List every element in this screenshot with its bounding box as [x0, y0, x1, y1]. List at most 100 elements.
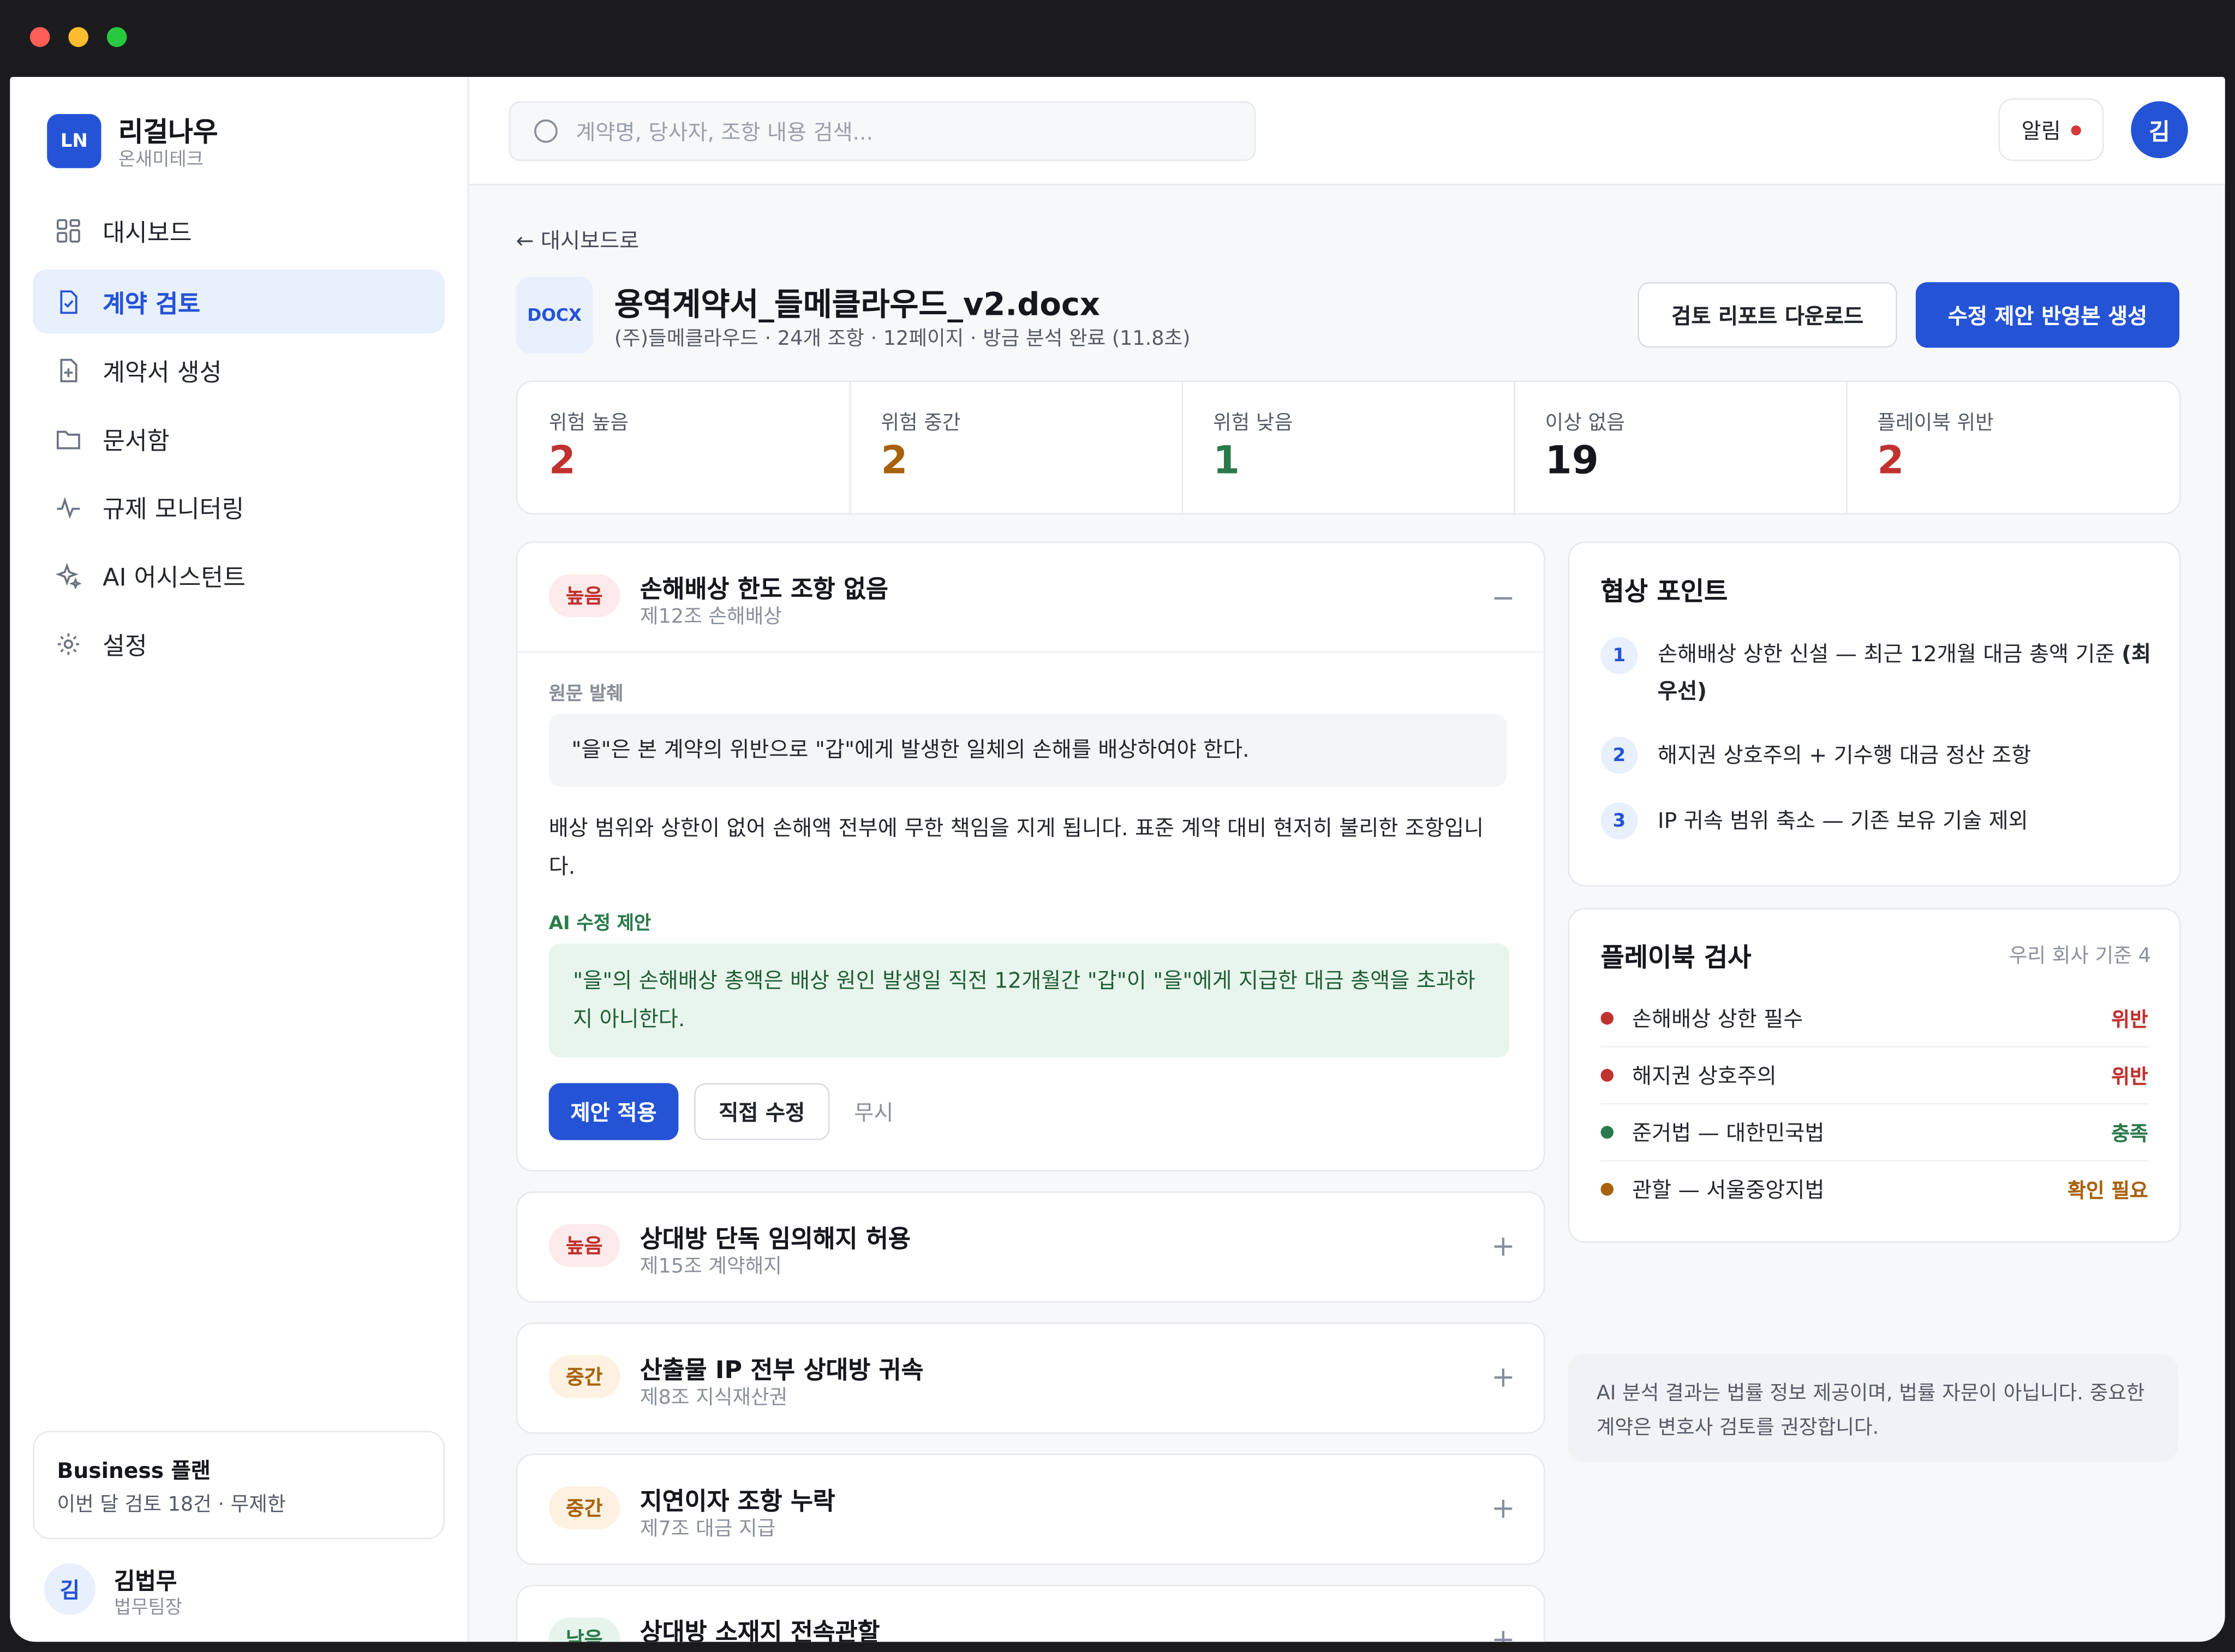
playbook-item[interactable]: 손해배상 상한 필수 위반 [1600, 989, 2148, 1048]
negotiation-point: IP 귀속 범위 축소 — 기존 보유 기술 제외 [1658, 808, 2028, 834]
disclaimer-box: AI 분석 결과는 법률 정보 제공이며, 법률 자문이 아닙니다. 중요한 계… [1568, 1354, 2178, 1463]
status-dot-icon [1600, 1183, 1614, 1196]
issue-title: 상대방 단독 임의해지 허용 [640, 1225, 911, 1254]
close-window-icon[interactable] [29, 27, 50, 47]
issue-card[interactable]: 중간 지연이자 조항 누락 제7조 대금 지급 + [516, 1453, 1545, 1565]
status-badge: 확인 필요 [2067, 1180, 2148, 1203]
playbook-subtitle: 우리 회사 기준 4 [2009, 944, 2151, 968]
risk-explanation: 배상 범위와 상한이 없어 손해액 전부에 무한 책임을 지게 됩니다. 표준 … [548, 815, 1484, 879]
search-input[interactable] [573, 113, 1235, 151]
grid-icon [56, 218, 80, 242]
playbook-panel: 플레이북 검사 우리 회사 기준 4 손해배상 상한 필수 위반 해지권 상호주… [1568, 908, 2181, 1243]
pulse-icon [57, 496, 80, 518]
issue-title: 상대방 소재지 전속관할 [640, 1619, 880, 1642]
sidebar-item-label: 설정 [103, 632, 147, 662]
point-number: 2 [1600, 737, 1638, 774]
sidebar: LN 리걸나우 온새미테크 대시보드 계약 검토 계약서 생성 문서함 규제 모… [10, 77, 469, 1642]
divider [517, 651, 1544, 653]
profile-avatar[interactable]: 김 [2131, 101, 2188, 158]
stat-no-issue[interactable]: 이상 없음 19 [1514, 382, 1848, 513]
topbar: 알림 김 [469, 77, 2225, 185]
sidebar-item-label: 계약 검토 [103, 290, 200, 320]
maximize-window-icon[interactable] [106, 27, 127, 47]
stat-mid-risk[interactable]: 위험 중간 2 [850, 382, 1184, 513]
playbook-item[interactable]: 준거법 — 대한민국법 충족 [1600, 1103, 2148, 1162]
negotiation-point: 손해배상 상한 신설 — 최근 12개월 대금 총액 기준 (최우선) [1658, 636, 2156, 710]
playbook-item[interactable]: 관할 — 서울중앙지법 확인 필요 [1600, 1160, 2148, 1217]
negotiation-point: 해지권 상호주의 + 기수행 대금 정산 조항 [1658, 742, 2031, 769]
issue-card[interactable]: 중간 산출물 IP 전부 상대방 귀속 제8조 지식재산권 + [516, 1322, 1545, 1434]
expand-icon[interactable]: + [1491, 1622, 1515, 1642]
issue-title: 지연이자 조항 누락 [640, 1488, 835, 1517]
search-icon [534, 119, 558, 143]
expand-icon[interactable]: + [1491, 1491, 1515, 1525]
expand-icon[interactable]: + [1491, 1229, 1515, 1263]
user-role: 법무팀장 [113, 1597, 182, 1619]
stat-label: 위험 낮음 [1213, 411, 1293, 435]
download-report-button[interactable]: 검토 리포트 다운로드 [1638, 282, 1897, 348]
issue-card-expanded: 높음 손해배상 한도 조항 없음 제12조 손해배상 − 원문 발췌 "을"은 … [516, 541, 1545, 1172]
status-dot-icon [1600, 1011, 1614, 1025]
point-number: 1 [1600, 637, 1638, 674]
sidebar-item-label: AI 어시스턴트 [103, 564, 246, 593]
stat-playbook-violation[interactable]: 플레이북 위반 2 [1846, 382, 2179, 513]
rule-name: 준거법 — 대한민국법 [1632, 1120, 1825, 1146]
stat-label: 이상 없음 [1545, 411, 1625, 435]
ignore-button[interactable]: 무시 [845, 1083, 902, 1140]
sidebar-item-contract-create[interactable]: 계약서 생성 [33, 338, 445, 402]
status-badge: 충족 [2111, 1123, 2148, 1146]
issue-clause: 제8조 지식재산권 [640, 1386, 788, 1410]
issue-title[interactable]: 손해배상 한도 조항 없음 [640, 568, 888, 604]
rule-name: 해지권 상호주의 [1632, 1063, 1777, 1089]
sidebar-item-dashboard[interactable]: 대시보드 [33, 198, 445, 262]
sparkle-icon [55, 562, 81, 588]
issue-clause: 제15조 계약해지 [640, 1255, 782, 1279]
back-to-dashboard-link[interactable]: ← 대시보드로 [516, 225, 640, 255]
avatar[interactable]: 김 [44, 1563, 96, 1615]
rule-name: 관할 — 서울중앙지법 [1632, 1177, 1825, 1203]
stat-low-risk[interactable]: 위험 낮음 1 [1182, 382, 1515, 513]
issue-card[interactable]: 높음 상대방 단독 임의해지 허용 제15조 계약해지 + [516, 1191, 1545, 1303]
plan-card[interactable]: Business 플랜 이번 달 검토 18건 · 무제한 [33, 1430, 445, 1540]
stat-label: 위험 중간 [881, 411, 961, 435]
generate-revised-button[interactable]: 수정 제안 반영본 생성 [1915, 282, 2180, 348]
playbook-item[interactable]: 해지권 상호주의 위반 [1600, 1046, 2148, 1105]
notifications-button[interactable]: 알림 [1998, 98, 2104, 161]
sidebar-item-documents[interactable]: 문서함 [33, 406, 445, 470]
sidebar-item-regulation[interactable]: 규제 모니터링 [33, 475, 445, 539]
status-badge: 위반 [2111, 1066, 2148, 1089]
minimize-window-icon[interactable] [68, 27, 88, 47]
brand-logo: LN [47, 113, 101, 169]
search-box[interactable] [509, 101, 1256, 161]
sidebar-item-label: 문서함 [103, 427, 170, 456]
disclaimer-text: AI 분석 결과는 법률 정보 제공이며, 법률 자문이 아닙니다. 중요한 계… [1596, 1382, 2145, 1440]
stat-value: 1 [1213, 439, 1240, 483]
severity-badge: 높음 [548, 574, 620, 618]
excerpt-label: 원문 발췌 [548, 684, 624, 706]
expand-icon[interactable]: + [1491, 1360, 1515, 1394]
rule-name: 손해배상 상한 필수 [1632, 1006, 1803, 1032]
issue-card[interactable]: 낮음 상대방 소재지 전속관할 + [516, 1584, 1545, 1642]
app-frame: LN 리걸나우 온새미테크 대시보드 계약 검토 계약서 생성 문서함 규제 모… [0, 0, 2235, 1652]
brand-org: 온새미테크 [118, 149, 204, 171]
negotiation-panel: 협상 포인트 1 손해배상 상한 신설 — 최근 12개월 대금 총액 기준 (… [1568, 541, 2181, 887]
sidebar-item-ai-assistant[interactable]: AI 어시스턴트 [33, 543, 445, 607]
point-number: 3 [1600, 802, 1638, 840]
document-meta: (주)들메클라우드 · 24개 조항 · 12페이지 · 방금 분석 완료 (1… [614, 327, 1191, 351]
apply-suggestion-button[interactable]: 제안 적용 [548, 1083, 679, 1140]
stat-value: 19 [1545, 439, 1599, 483]
notifications-label: 알림 [2021, 117, 2061, 143]
collapse-icon[interactable]: − [1491, 580, 1515, 614]
sidebar-item-settings[interactable]: 설정 [33, 612, 445, 676]
doc-check-icon [60, 290, 77, 313]
edit-manually-button[interactable]: 직접 수정 [694, 1083, 830, 1140]
stat-label: 플레이북 위반 [1877, 411, 1994, 435]
plan-usage: 이번 달 검토 18건 · 무제한 [57, 1493, 286, 1517]
severity-badge: 중간 [548, 1486, 620, 1529]
playbook-list: 손해배상 상한 필수 위반 해지권 상호주의 위반 준거법 — 대한민국법 충족 [1569, 989, 2179, 1231]
stat-value: 2 [881, 439, 908, 483]
severity-badge: 낮음 [548, 1617, 620, 1642]
stat-high-risk[interactable]: 위험 높음 2 [517, 382, 851, 513]
sidebar-item-contract-review[interactable]: 계약 검토 [33, 269, 445, 334]
severity-badge: 높음 [548, 1224, 620, 1267]
